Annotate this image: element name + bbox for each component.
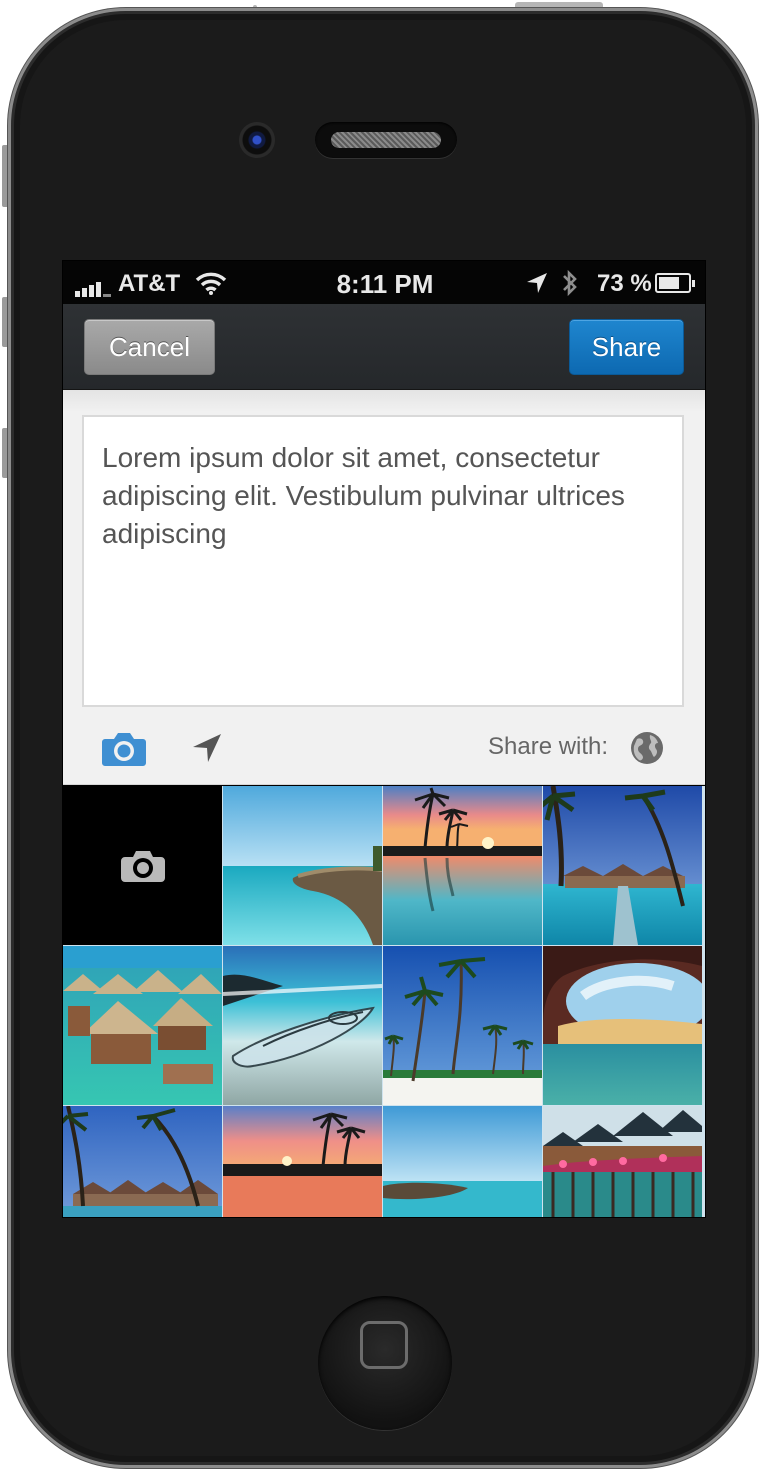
home-button-square: [360, 1321, 408, 1369]
photo-tile-beach-rocks-turquoise[interactable]: [223, 786, 382, 945]
screen: AT&T 8:11 PM 73 % Cancel Share Lorem ips…: [62, 260, 706, 1218]
camera-icon[interactable]: [101, 731, 147, 767]
photo-tile-overwater-bungalows-lagoon[interactable]: [63, 946, 222, 1105]
globe-icon[interactable]: [630, 731, 664, 765]
photo-tile-palm-pier-overwater-bungalows[interactable]: [543, 786, 702, 945]
photo-tile-blue-sea-rock[interactable]: [383, 1106, 542, 1217]
photo-tile-hidden-beach-cave[interactable]: [543, 946, 702, 1105]
battery-percent: 73 %: [597, 270, 652, 297]
front-camera: [239, 122, 275, 158]
earpiece-speaker: [315, 122, 457, 158]
share-with-label: Share with:: [488, 733, 609, 760]
compose-panel: Lorem ipsum dolor sit amet, consectetur …: [63, 390, 705, 785]
battery-icon: [655, 273, 695, 293]
share-button[interactable]: Share: [569, 319, 684, 375]
cancel-button[interactable]: Cancel: [84, 319, 215, 375]
photo-tile-sunset-palms-water[interactable]: [223, 1106, 382, 1217]
photo-tile-overwater-huts-flowers[interactable]: [543, 1106, 702, 1217]
photo-tile-palm-bungalows-dusk[interactable]: [63, 1106, 222, 1217]
bluetooth-icon: [563, 269, 577, 297]
location-arrow-icon: [527, 273, 547, 293]
photo-tile-clear-kayak-beach[interactable]: [223, 946, 382, 1105]
photo-tile-palm-trees-blue-sky[interactable]: [383, 946, 542, 1105]
location-arrow-icon[interactable]: [191, 732, 223, 764]
take-photo-tile[interactable]: [63, 786, 222, 945]
battery-fill: [659, 277, 679, 289]
message-textarea[interactable]: Lorem ipsum dolor sit amet, consectetur …: [82, 415, 684, 707]
compose-navbar: Cancel Share: [63, 304, 705, 390]
status-bar: AT&T 8:11 PM 73 %: [63, 261, 705, 304]
photo-grid: [63, 786, 705, 1217]
camera-icon: [120, 850, 165, 882]
home-button[interactable]: [318, 1296, 452, 1430]
photo-tile-sunset-palm-reflection[interactable]: [383, 786, 542, 945]
